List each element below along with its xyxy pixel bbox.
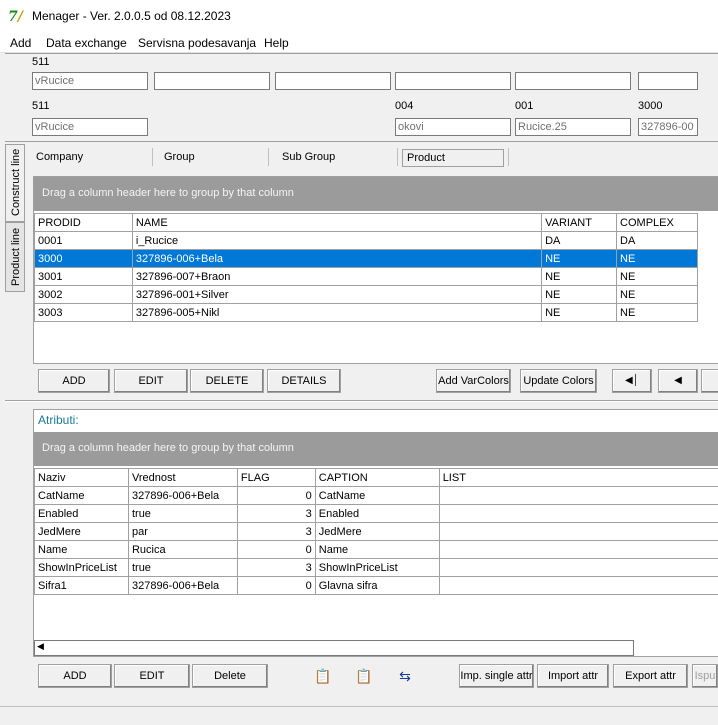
replace-icon[interactable]: ⇆ (394, 665, 416, 687)
attributes-table: Naziv Vrednost FLAG CAPTION LIST CatName… (34, 468, 718, 595)
products-group-hint: Drag a column header here to group by th… (34, 177, 718, 211)
title-bar: 7/ Menager - Ver. 2.0.0.5 od 08.12.2023 (0, 0, 718, 33)
row2-field-2[interactable]: okovi (395, 118, 511, 136)
app-logo-icon: 7/ (8, 9, 23, 25)
tab-construct-line[interactable]: Construct line (5, 144, 25, 222)
attributes-edit-button[interactable]: EDIT (114, 664, 190, 688)
menu-data-exchange[interactable]: Data exchange (46, 36, 127, 50)
table-row[interactable]: Name Rucica 0 Name (34, 540, 718, 559)
row1-field-5[interactable] (515, 72, 631, 90)
attributes-grid: Atributi: Drag a column header here to g… (33, 409, 718, 657)
import-attr-button[interactable]: Import attr (537, 664, 609, 688)
products-details-button[interactable]: DETAILS (267, 369, 341, 393)
attributes-delete-button[interactable]: Delete (192, 664, 268, 688)
window-title: Menager - Ver. 2.0.0.5 od 08.12.2023 (32, 9, 231, 23)
ispu-button[interactable]: Ispu (692, 664, 718, 688)
tab-group[interactable]: Group (160, 149, 199, 167)
row2-code-2: 004 (395, 100, 414, 112)
level-tabs: Company Group Sub Group Product (30, 146, 718, 170)
col-complex[interactable]: COMPLEX (616, 213, 698, 232)
menu-add[interactable]: Add (10, 36, 31, 50)
row1-field-1[interactable]: vRucice (32, 72, 148, 90)
menu-bar: Add Data exchange Servisna podesavanja H… (0, 33, 718, 53)
export-attr-button[interactable]: Export attr (613, 664, 688, 688)
scroll-left-icon[interactable]: ◀ (37, 641, 44, 652)
tab-company[interactable]: Company (32, 149, 87, 167)
row2-field-1[interactable]: vRucice (32, 118, 148, 136)
next-record-button[interactable] (701, 369, 718, 393)
products-grid: Drag a column header here to group by th… (33, 176, 718, 364)
table-row[interactable]: Enabled true 3 Enabled (34, 504, 718, 523)
first-icon: ◀│ (625, 375, 639, 386)
col-prodid[interactable]: PRODID (34, 213, 133, 232)
prev-record-button[interactable]: ◀ (658, 369, 698, 393)
row2-code-4: 3000 (638, 100, 663, 112)
prev-icon: ◀ (674, 375, 682, 386)
row2-code-3: 001 (515, 100, 534, 112)
row1-field-2[interactable] (154, 72, 270, 90)
side-tabs: Construct line Product line (5, 144, 25, 294)
products-add-button[interactable]: ADD (38, 369, 110, 393)
status-bar (0, 706, 718, 725)
add-varcolors-button[interactable]: Add VarColors (436, 369, 511, 393)
table-row[interactable]: 3001 327896-007+Braon NE NE (34, 267, 698, 286)
table-row[interactable]: 3002 327896-001+Silver NE NE (34, 285, 698, 304)
tab-product-line[interactable]: Product line (5, 222, 25, 292)
menu-servisna-podesavanja[interactable]: Servisna podesavanja (138, 36, 256, 50)
paste-icon[interactable]: 📋 (353, 665, 375, 687)
table-row[interactable]: JedMere par 3 JedMere (34, 522, 718, 541)
filter-row-2: 511 004 001 3000 vRucice okovi Rucice.25… (5, 97, 718, 142)
filter-row-1: 511 vRucice (5, 53, 718, 98)
import-single-attr-button[interactable]: Imp. single attr (459, 664, 534, 688)
table-row[interactable]: 3003 327896-005+Nikl NE NE (34, 303, 698, 322)
attributes-horizontal-scrollbar[interactable]: ◀ (34, 640, 634, 656)
products-edit-button[interactable]: EDIT (114, 369, 188, 393)
row1-field-4[interactable] (395, 72, 511, 90)
row2-field-3[interactable]: Rucice.25 (515, 118, 631, 136)
first-record-button[interactable]: ◀│ (612, 369, 652, 393)
update-colors-button[interactable]: Update Colors (520, 369, 597, 393)
tab-product[interactable]: Product (402, 149, 504, 167)
col-naziv[interactable]: Naziv (34, 468, 129, 487)
row2-field-4[interactable]: 327896-00 (638, 118, 698, 136)
table-row[interactable]: 0001 i_Rucice DA DA (34, 231, 698, 250)
table-row[interactable]: CatName 327896-006+Bela 0 CatName (34, 486, 718, 505)
menu-help[interactable]: Help (264, 36, 289, 50)
clipboard-cut-icon[interactable]: 📋 (312, 665, 334, 687)
attributes-label: Atributi: (38, 413, 79, 427)
section-divider (5, 400, 718, 402)
col-name[interactable]: NAME (131, 213, 543, 232)
row1-field-6[interactable] (638, 72, 698, 90)
col-vrednost[interactable]: Vrednost (127, 468, 238, 487)
attributes-group-hint: Drag a column header here to group by th… (34, 432, 718, 466)
table-row-selected[interactable]: 3000 327896-006+Bela NE NE (34, 249, 698, 268)
attributes-add-button[interactable]: ADD (38, 664, 112, 688)
row1-code: 511 (32, 56, 50, 68)
products-table: PRODID NAME VARIANT COMPLEX 0001 i_Rucice… (34, 213, 698, 322)
table-row[interactable]: ShowInPriceList true 3 ShowInPriceList (34, 558, 718, 577)
row2-code-1: 511 (32, 100, 50, 112)
tab-sub-group[interactable]: Sub Group (278, 149, 339, 167)
table-row[interactable]: Sifra1 327896-006+Bela 0 Glavna sifra (34, 576, 718, 595)
col-list[interactable]: LIST (438, 468, 718, 487)
products-delete-button[interactable]: DELETE (190, 369, 264, 393)
row1-field-3[interactable] (275, 72, 391, 90)
col-flag[interactable]: FLAG (236, 468, 316, 487)
col-variant[interactable]: VARIANT (541, 213, 618, 232)
col-caption[interactable]: CAPTION (314, 468, 440, 487)
